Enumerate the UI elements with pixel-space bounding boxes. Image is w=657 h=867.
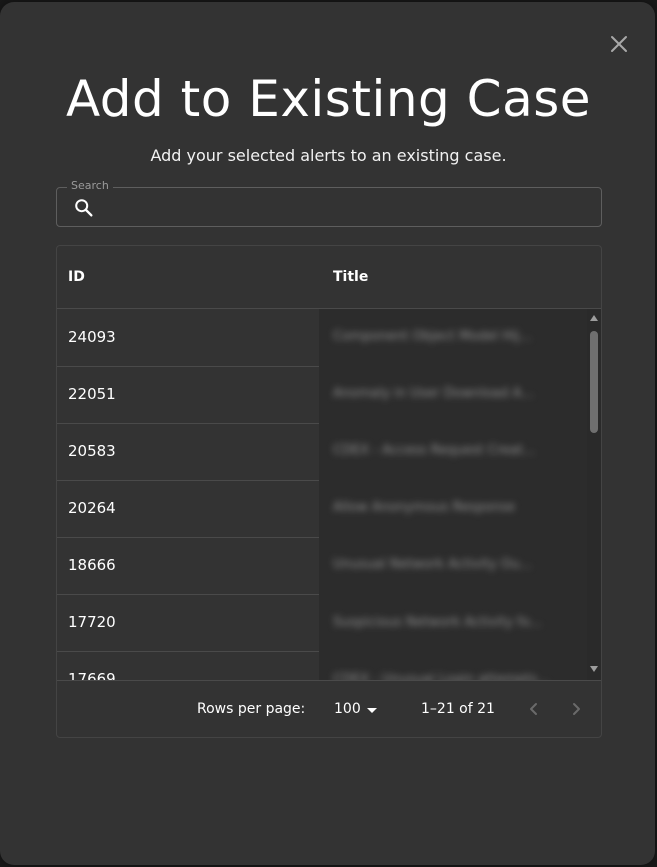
case-title[interactable]: Component Object Model Hij... <box>333 328 573 346</box>
previous-page-button[interactable] <box>522 697 546 721</box>
close-icon <box>611 36 627 52</box>
rows-per-page-value: 100 <box>334 701 361 717</box>
case-title[interactable]: Anomaly in User Download A... <box>333 385 573 403</box>
search-label: Search <box>67 179 113 193</box>
rows-per-page-select[interactable]: 100 <box>334 698 384 720</box>
table-pagination: Rows per page: 100 1–21 of 21 <box>57 680 601 737</box>
table-row[interactable]: 20583 <box>57 423 319 481</box>
table-row[interactable]: 22051 <box>57 366 319 424</box>
next-page-button[interactable] <box>564 697 588 721</box>
scroll-up-arrow-icon[interactable] <box>590 315 598 321</box>
table-scrollbar[interactable] <box>587 309 601 680</box>
case-id: 18666 <box>68 556 116 574</box>
column-header-title[interactable]: Title <box>333 268 368 286</box>
scroll-down-arrow-icon[interactable] <box>590 666 598 672</box>
case-title[interactable]: Suspicious Network Activity fo... <box>333 614 573 632</box>
search-field[interactable]: Search <box>56 179 602 227</box>
cases-table: ID Title 24093 Component Object Model Hi… <box>56 245 602 738</box>
rows-per-page-label: Rows per page: <box>197 701 306 717</box>
case-id: 17669 <box>68 670 116 680</box>
add-to-existing-case-dialog: Add to Existing Case Add your selected a… <box>0 2 655 865</box>
table-row[interactable]: 18666 <box>57 537 319 595</box>
pagination-range: 1–21 of 21 <box>421 701 495 717</box>
case-id: 22051 <box>68 385 116 403</box>
table-row[interactable]: 20264 <box>57 480 319 538</box>
case-id: 24093 <box>68 328 116 346</box>
column-header-id[interactable]: ID <box>68 268 85 286</box>
search-icon <box>75 199 93 217</box>
table-header: ID Title <box>57 246 601 309</box>
dialog-subtitle: Add your selected alerts to an existing … <box>150 146 507 165</box>
table-row[interactable]: 17720 <box>57 594 319 652</box>
case-id: 17720 <box>68 613 116 631</box>
case-id: 20264 <box>68 499 116 517</box>
case-title[interactable]: Allow Anonymous Response <box>333 499 573 517</box>
scrollbar-thumb[interactable] <box>590 331 598 433</box>
chevron-right-icon <box>573 703 580 715</box>
close-button[interactable] <box>607 32 631 56</box>
caret-down-icon <box>367 708 377 713</box>
table-body: 24093 Component Object Model Hij... 2205… <box>57 309 601 680</box>
case-title[interactable]: CDEX - Unusual Login attempts... <box>333 671 573 680</box>
chevron-left-icon <box>530 703 537 715</box>
case-title[interactable]: Unusual Network Activity Ou... <box>333 556 573 574</box>
case-title[interactable]: CDEX - Access Request Creat... <box>333 442 573 460</box>
search-input[interactable] <box>101 193 595 223</box>
dialog-title: Add to Existing Case <box>65 70 592 128</box>
case-id: 20583 <box>68 442 116 460</box>
table-row[interactable]: 24093 <box>57 309 319 367</box>
table-row[interactable]: 17669 <box>57 651 319 680</box>
